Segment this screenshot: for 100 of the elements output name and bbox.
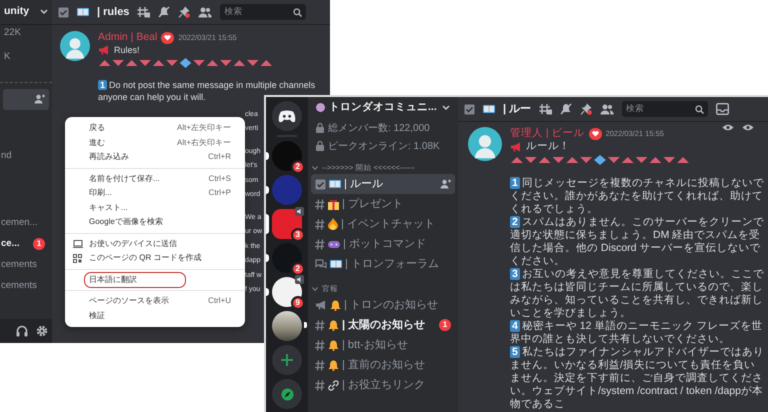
menu-item[interactable]: お使いのデバイスに送信 (65, 236, 245, 251)
muted-bell-icon (158, 6, 170, 18)
channel-item[interactable]: cements (3, 276, 49, 297)
unread-badge: 2 (290, 160, 305, 174)
channel-item[interactable]: | お役立ちリンク (311, 375, 455, 395)
members-icon (198, 6, 212, 18)
server-name[interactable]: トロンダオコミュニ... (329, 101, 437, 115)
channel-item[interactable] (3, 88, 49, 110)
headphones-icon[interactable] (16, 325, 28, 337)
rule-paragraph: 3 お互いの考えや意見を尊重してください。ここでは私たちは皆同じチームに所属しているので、楽しみながら、知っていることを共有し、できれば新しいことを学びましょう。 (510, 268, 764, 320)
plus-icon (281, 354, 293, 366)
menu-item[interactable]: 日本語に翻訳 (85, 272, 185, 287)
menu-item[interactable]: 検証 (65, 308, 245, 323)
home-button[interactable] (272, 101, 302, 131)
server-icon[interactable]: 9 (272, 277, 302, 307)
speaker-icon (295, 207, 304, 216)
chevron-down-icon (312, 166, 318, 170)
channel-item[interactable]: | 直前のお知らせ (311, 355, 455, 375)
megaphone-icon (98, 45, 110, 56)
unread-indicator (266, 254, 269, 262)
unread-indicator (266, 214, 269, 234)
heart-icon (592, 130, 599, 137)
game-controller-logo-icon (278, 110, 296, 122)
book-icon (483, 104, 495, 114)
server-icon[interactable]: 2 (272, 141, 302, 171)
explore-button[interactable] (272, 379, 302, 409)
search-icon (293, 8, 302, 16)
rule-paragraph: 5 私たちはファイナンシャルアドバイザーではありません。いかなる利益/損失についても責任を負いません。決定を下す前に、ご自身で調査してください。ウェブサイト/system /contract / token /dappが本物であるこ (510, 346, 764, 411)
channel-item[interactable]: | トロンのお知らせ (311, 295, 455, 315)
hash-icon (315, 340, 325, 350)
channel-item[interactable]: | btt-お知らせ (311, 335, 455, 355)
hash-icon (315, 360, 325, 370)
chevron-down-icon (312, 287, 318, 291)
author-name[interactable]: 管理人 | ビール (510, 127, 585, 140)
channel-item[interactable]: cemen... (3, 212, 49, 234)
channel-item[interactable]: cements (3, 254, 49, 276)
link-icon (328, 380, 339, 390)
menu-item[interactable]: 再読み込み Ctrl+R (65, 150, 245, 164)
author-name[interactable]: Admin | Beal (98, 31, 158, 45)
channel-item[interactable]: | 太陽のお知らせ 1 (311, 315, 455, 335)
hash-icon (315, 218, 325, 230)
eye-icon (742, 124, 754, 131)
inbox-icon (716, 103, 730, 115)
unread-indicator (304, 322, 307, 328)
channel-item[interactable]: | トロンフォーラム (311, 254, 455, 274)
hash-icon (315, 238, 325, 250)
server-icon[interactable]: 2 (272, 243, 302, 273)
avatar (60, 31, 90, 61)
menu-item[interactable]: Googleで画像を検索 (65, 215, 245, 230)
search-field[interactable]: 検索 (622, 101, 708, 117)
server-emblem-icon (316, 103, 325, 112)
laptop-icon (73, 240, 83, 248)
book-icon (77, 7, 89, 17)
lock-icon (316, 141, 324, 151)
channel-item[interactable]: ce... 1 (3, 234, 49, 255)
search-field[interactable]: 検索 (220, 4, 306, 20)
chevron-down-icon (40, 9, 48, 15)
eye-icon (722, 124, 734, 131)
menu-item[interactable]: 印刷... Ctrl+P (65, 186, 245, 200)
unread-badge: 1 (33, 238, 45, 250)
threads-icon (137, 6, 150, 18)
server-name[interactable]: unity (4, 5, 30, 19)
compass-icon (280, 388, 294, 400)
gift-icon (328, 198, 339, 210)
channel-item[interactable]: | プレゼント (311, 194, 455, 214)
rule-paragraph: 4 秘密キーや 12 単語のニーモニック フレーズを世界中の誰とも決して共有しないでください。 (510, 320, 764, 346)
hash-icon (315, 198, 325, 210)
rule-paragraph: 1 Do not post the same message in multiple channels (98, 80, 316, 92)
speaker-icon (295, 275, 304, 284)
channel-item[interactable]: | ボットコマンド (311, 234, 455, 254)
channel-item[interactable]: | ルール (311, 174, 455, 194)
add-server-button[interactable] (272, 345, 302, 375)
server-photo-placeholder[interactable] (272, 311, 302, 341)
bell-icon (328, 320, 339, 330)
gamepad-icon (328, 240, 340, 248)
menu-item[interactable]: ページのソースを表示 Ctrl+U (65, 294, 245, 308)
message-title: ルール！ (526, 140, 570, 153)
channel-name: | rules (97, 4, 130, 20)
menu-item[interactable]: 進む Alt+右矢印キー (65, 136, 245, 150)
settings-icon[interactable] (36, 325, 48, 337)
menu-item[interactable]: 名前を付けて保存... Ctrl+S (65, 172, 245, 186)
megaphone-icon (510, 142, 522, 152)
channel-item[interactable]: | イベントチャット (311, 214, 455, 234)
server-icon[interactable]: 3 (272, 209, 302, 239)
message-title: Rules! (114, 44, 140, 56)
qr-code-icon (73, 254, 82, 263)
channel-item[interactable]: nd (3, 146, 49, 167)
unread-badge: 1 (439, 319, 451, 331)
bell-icon (328, 340, 339, 350)
menu-item[interactable]: 戻る Alt+左矢印キー (65, 121, 245, 136)
flame-icon (328, 218, 338, 230)
menu-item[interactable]: このページの QR コードを作成 (65, 251, 245, 266)
server-stat: 総メンバー数: 122,000 (328, 122, 430, 134)
members-icon (600, 104, 614, 114)
member-stat: 22K (3, 27, 22, 40)
book-icon (330, 259, 342, 269)
menu-item[interactable]: キャスト... (65, 200, 245, 215)
muted-bell-icon (560, 103, 572, 115)
chevron-down-icon (442, 105, 450, 111)
add-member-icon (34, 94, 45, 104)
